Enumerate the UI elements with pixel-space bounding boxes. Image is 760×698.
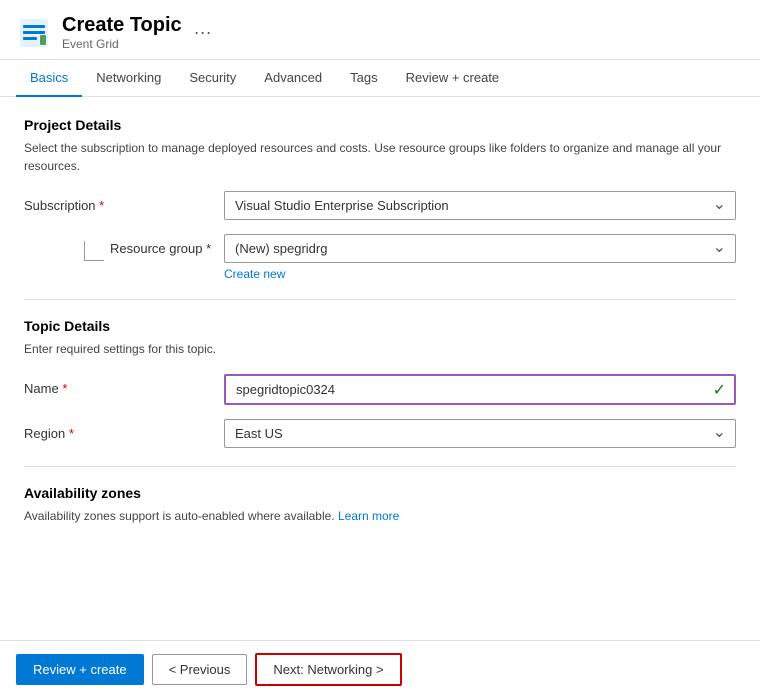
resource-group-select-wrapper: (New) spegridrg	[224, 234, 736, 263]
availability-title: Availability zones	[24, 485, 736, 501]
tab-advanced[interactable]: Advanced	[250, 60, 336, 97]
project-details-section: Project Details Select the subscription …	[24, 117, 736, 281]
previous-button[interactable]: < Previous	[152, 654, 248, 685]
region-control: East US	[224, 419, 736, 448]
region-select[interactable]: East US	[224, 419, 736, 448]
topic-details-title: Topic Details	[24, 318, 736, 334]
region-select-wrapper: East US	[224, 419, 736, 448]
tab-bar: Basics Networking Security Advanced Tags…	[0, 60, 760, 97]
topic-details-section: Topic Details Enter required settings fo…	[24, 318, 736, 448]
indent-line	[84, 241, 104, 261]
tab-basics[interactable]: Basics	[16, 60, 82, 97]
resource-group-label: Resource group *	[110, 234, 224, 256]
project-details-description: Select the subscription to manage deploy…	[24, 139, 736, 175]
availability-description: Availability zones support is auto-enabl…	[24, 507, 736, 525]
name-row: Name * ✓	[24, 374, 736, 405]
learn-more-link[interactable]: Learn more	[338, 509, 399, 523]
review-create-button[interactable]: Review + create	[16, 654, 144, 685]
create-new-link[interactable]: Create new	[224, 267, 285, 281]
name-input-wrapper: ✓	[224, 374, 736, 405]
more-options-button[interactable]: ···	[194, 22, 212, 43]
header-text-group: Create Topic Event Grid	[62, 14, 182, 51]
main-content: Project Details Select the subscription …	[0, 97, 760, 561]
availability-section: Availability zones Availability zones su…	[24, 485, 736, 525]
tab-networking[interactable]: Networking	[82, 60, 175, 97]
page-title: Create Topic	[62, 14, 182, 37]
name-control: ✓	[224, 374, 736, 405]
name-valid-icon: ✓	[713, 380, 726, 400]
tab-review-create[interactable]: Review + create	[392, 60, 514, 97]
name-label: Name *	[24, 374, 224, 396]
subscription-select[interactable]: Visual Studio Enterprise Subscription	[224, 191, 736, 220]
tab-security[interactable]: Security	[175, 60, 250, 97]
region-label: Region *	[24, 419, 224, 441]
region-row: Region * East US	[24, 419, 736, 448]
page-subtitle: Event Grid	[62, 37, 182, 51]
page-icon	[16, 15, 52, 51]
next-button[interactable]: Next: Networking >	[255, 653, 401, 686]
name-input[interactable]	[224, 374, 736, 405]
subscription-select-wrapper: Visual Studio Enterprise Subscription	[224, 191, 736, 220]
section-divider-2	[24, 466, 736, 467]
project-details-title: Project Details	[24, 117, 736, 133]
subscription-label: Subscription *	[24, 191, 224, 213]
topic-details-description: Enter required settings for this topic.	[24, 340, 736, 358]
resource-group-row: Resource group * (New) spegridrg Create …	[24, 234, 736, 281]
footer-bar: Review + create < Previous Next: Network…	[0, 640, 760, 698]
subscription-control: Visual Studio Enterprise Subscription	[224, 191, 736, 220]
subscription-row: Subscription * Visual Studio Enterprise …	[24, 191, 736, 220]
resource-group-control: (New) spegridrg Create new	[224, 234, 736, 281]
section-divider-1	[24, 299, 736, 300]
tab-tags[interactable]: Tags	[336, 60, 391, 97]
page-header: Create Topic Event Grid ···	[0, 0, 760, 60]
resource-group-select[interactable]: (New) spegridrg	[224, 234, 736, 263]
